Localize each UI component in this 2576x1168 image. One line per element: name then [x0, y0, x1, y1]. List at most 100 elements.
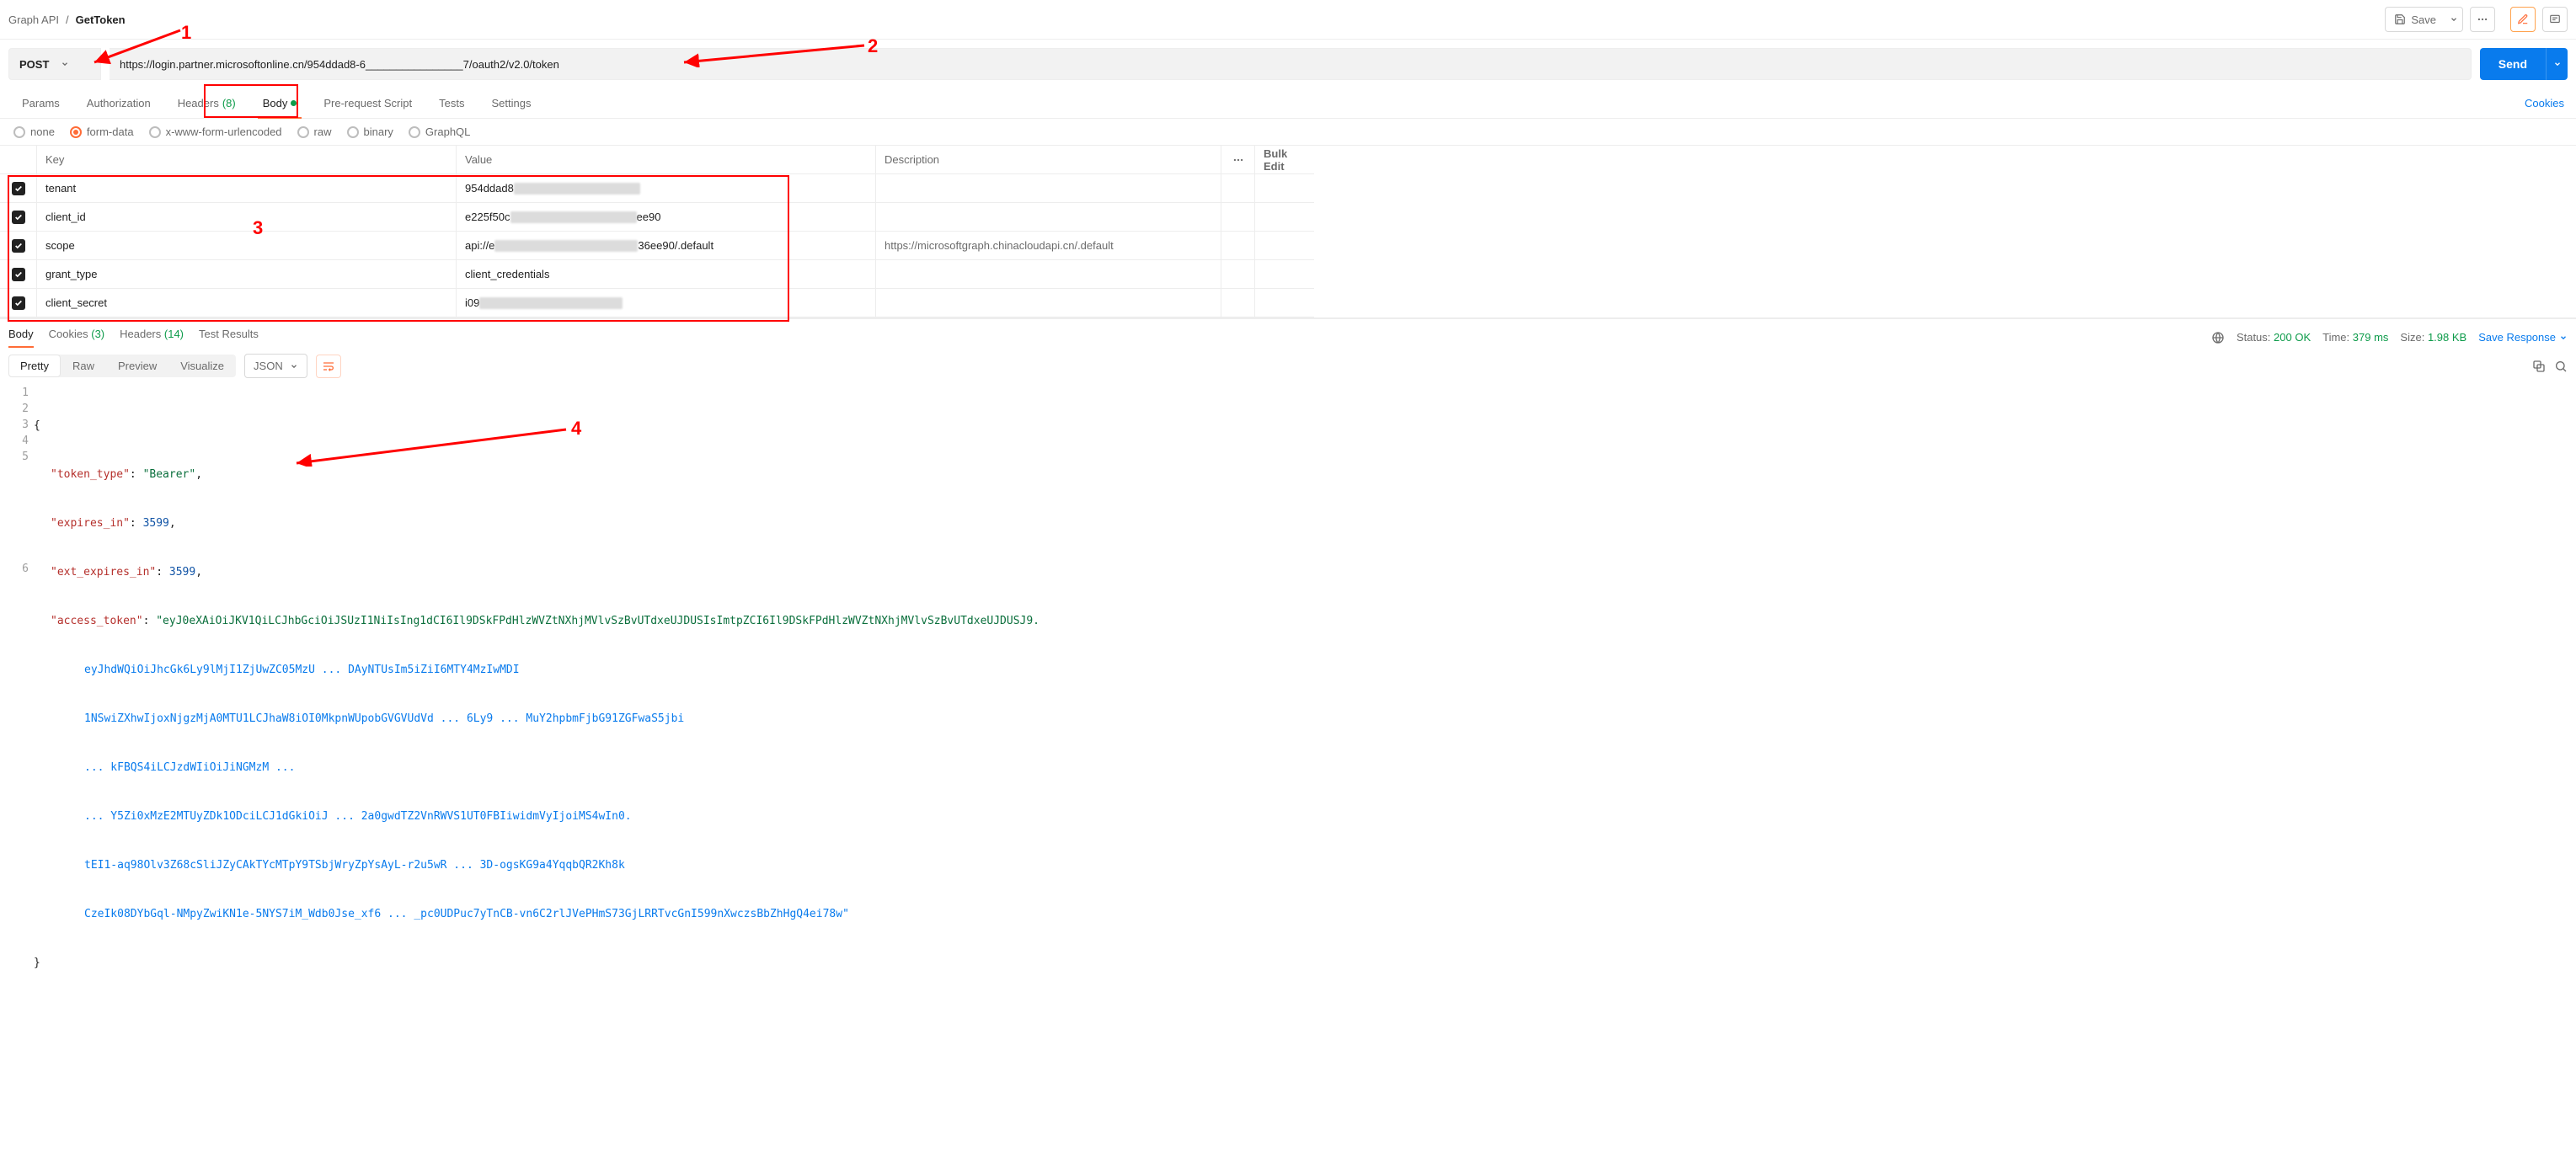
save-icon — [2394, 13, 2406, 25]
row-value[interactable]: api://e36ee90/.default — [457, 232, 876, 260]
breadcrumb-parent[interactable]: Graph API — [8, 13, 59, 26]
col-value: Value — [457, 146, 876, 174]
view-mode-pill: Pretty Raw Preview Visualize — [8, 355, 236, 377]
row-value[interactable]: i09 — [457, 289, 876, 317]
breadcrumb: Graph API / GetToken — [8, 13, 126, 26]
resp-tab-testresults[interactable]: Test Results — [199, 328, 259, 347]
body-type-raw[interactable]: raw — [297, 125, 332, 138]
table-row: client_id e225f50cee90 — [0, 203, 2576, 232]
request-tabs: Params Authorization Headers (8) Body Pr… — [0, 88, 2576, 119]
body-type-none[interactable]: none — [13, 125, 55, 138]
table-row: tenant 954ddad8 — [0, 174, 2576, 203]
annotation-3: 3 — [253, 217, 263, 239]
http-method-select[interactable]: POST — [8, 48, 101, 80]
save-label: Save — [2411, 13, 2436, 26]
row-desc[interactable]: https://microsoftgraph.chinacloudapi.cn/… — [876, 232, 1221, 260]
time-label: Time: 379 ms — [2322, 331, 2388, 344]
row-checkbox[interactable] — [12, 211, 25, 224]
annotation-2: 2 — [868, 35, 878, 57]
row-key[interactable]: client_secret — [37, 289, 457, 317]
resp-tab-body[interactable]: Body — [8, 328, 34, 347]
comments-button[interactable] — [2542, 7, 2568, 32]
globe-icon — [2211, 331, 2225, 344]
row-checkbox[interactable] — [12, 268, 25, 281]
col-key: Key — [37, 146, 457, 174]
response-tabs: Body Cookies (3) Headers (14) Test Resul… — [0, 318, 2576, 347]
row-value[interactable]: client_credentials — [457, 260, 876, 289]
row-checkbox[interactable] — [12, 182, 25, 195]
row-key[interactable]: client_id — [37, 203, 457, 232]
view-pretty[interactable]: Pretty — [8, 355, 61, 377]
chevron-down-icon — [2559, 333, 2568, 342]
ellipsis-icon — [2477, 13, 2488, 25]
response-body[interactable]: 12345 6 { "token_type": "Bearer", "expir… — [0, 385, 2576, 1012]
url-input[interactable]: https://login.partner.microsoftonline.cn… — [110, 48, 2472, 80]
row-desc[interactable] — [876, 260, 1221, 289]
view-raw[interactable]: Raw — [61, 355, 106, 377]
status-label: Status: 200 OK — [2237, 331, 2311, 344]
edit-docs-button[interactable] — [2510, 7, 2536, 32]
save-response-button[interactable]: Save Response — [2478, 331, 2568, 344]
table-row: client_secret i09 — [0, 289, 2576, 317]
col-desc: Description — [876, 146, 1221, 174]
send-label: Send — [2499, 57, 2527, 71]
body-type-binary[interactable]: binary — [347, 125, 393, 138]
bulk-edit-button[interactable]: Bulk Edit — [1255, 146, 1314, 174]
body-type-graphql[interactable]: GraphQL — [409, 125, 470, 138]
save-dropdown[interactable] — [2445, 7, 2463, 32]
wrap-icon — [322, 360, 335, 373]
body-changed-dot — [291, 100, 297, 106]
row-value[interactable]: 954ddad8 — [457, 174, 876, 203]
comment-icon — [2549, 13, 2561, 25]
row-key[interactable]: tenant — [37, 174, 457, 203]
row-key[interactable]: grant_type — [37, 260, 457, 289]
chevron-down-icon — [290, 362, 298, 371]
chevron-down-icon — [2553, 60, 2562, 68]
table-row: grant_type client_credentials — [0, 260, 2576, 289]
row-value[interactable]: e225f50cee90 — [457, 203, 876, 232]
resp-tab-cookies[interactable]: Cookies (3) — [49, 328, 104, 347]
tab-params[interactable]: Params — [8, 88, 73, 118]
row-desc[interactable] — [876, 203, 1221, 232]
row-checkbox[interactable] — [12, 239, 25, 253]
wrap-lines-button[interactable] — [316, 355, 341, 378]
pencil-icon — [2517, 13, 2529, 25]
body-type-formdata[interactable]: form-data — [70, 125, 134, 138]
tab-authorization[interactable]: Authorization — [73, 88, 164, 118]
row-checkbox[interactable] — [12, 296, 25, 310]
line-gutter: 12345 6 — [8, 385, 34, 1004]
copy-icon[interactable] — [2532, 360, 2546, 373]
ellipsis-icon — [1232, 154, 1244, 166]
more-actions-button[interactable] — [2470, 7, 2495, 32]
tab-settings[interactable]: Settings — [478, 88, 544, 118]
table-row: scope api://e36ee90/.default https://mic… — [0, 232, 2576, 260]
body-type-urlencoded[interactable]: x-www-form-urlencoded — [149, 125, 282, 138]
body-type-row: none form-data x-www-form-urlencoded raw… — [0, 119, 2576, 145]
tab-prerequest[interactable]: Pre-request Script — [310, 88, 425, 118]
send-button[interactable]: Send — [2480, 48, 2546, 80]
chevron-down-icon — [2450, 15, 2458, 24]
row-desc[interactable] — [876, 289, 1221, 317]
save-button[interactable]: Save — [2385, 7, 2445, 32]
row-desc[interactable] — [876, 174, 1221, 203]
annotation-1: 1 — [181, 22, 191, 44]
cookies-link[interactable]: Cookies — [2521, 88, 2568, 118]
headers-count: (8) — [222, 97, 236, 109]
format-select[interactable]: JSON — [244, 354, 307, 378]
view-preview[interactable]: Preview — [106, 355, 168, 377]
tab-body[interactable]: Body — [249, 88, 311, 118]
col-options-button[interactable] — [1221, 146, 1255, 174]
tab-headers[interactable]: Headers (8) — [164, 88, 249, 118]
resp-tab-headers[interactable]: Headers (14) — [120, 328, 184, 347]
send-dropdown[interactable] — [2546, 48, 2568, 80]
row-key[interactable]: scope — [37, 232, 457, 260]
chevron-down-icon — [61, 60, 69, 68]
http-method-value: POST — [19, 58, 49, 71]
tab-tests[interactable]: Tests — [425, 88, 478, 118]
view-visualize[interactable]: Visualize — [168, 355, 236, 377]
breadcrumb-current: GetToken — [76, 13, 126, 26]
size-label: Size: 1.98 KB — [2400, 331, 2466, 344]
url-value: https://login.partner.microsoftonline.cn… — [120, 58, 559, 71]
annotation-4: 4 — [571, 418, 581, 440]
search-icon[interactable] — [2554, 360, 2568, 373]
